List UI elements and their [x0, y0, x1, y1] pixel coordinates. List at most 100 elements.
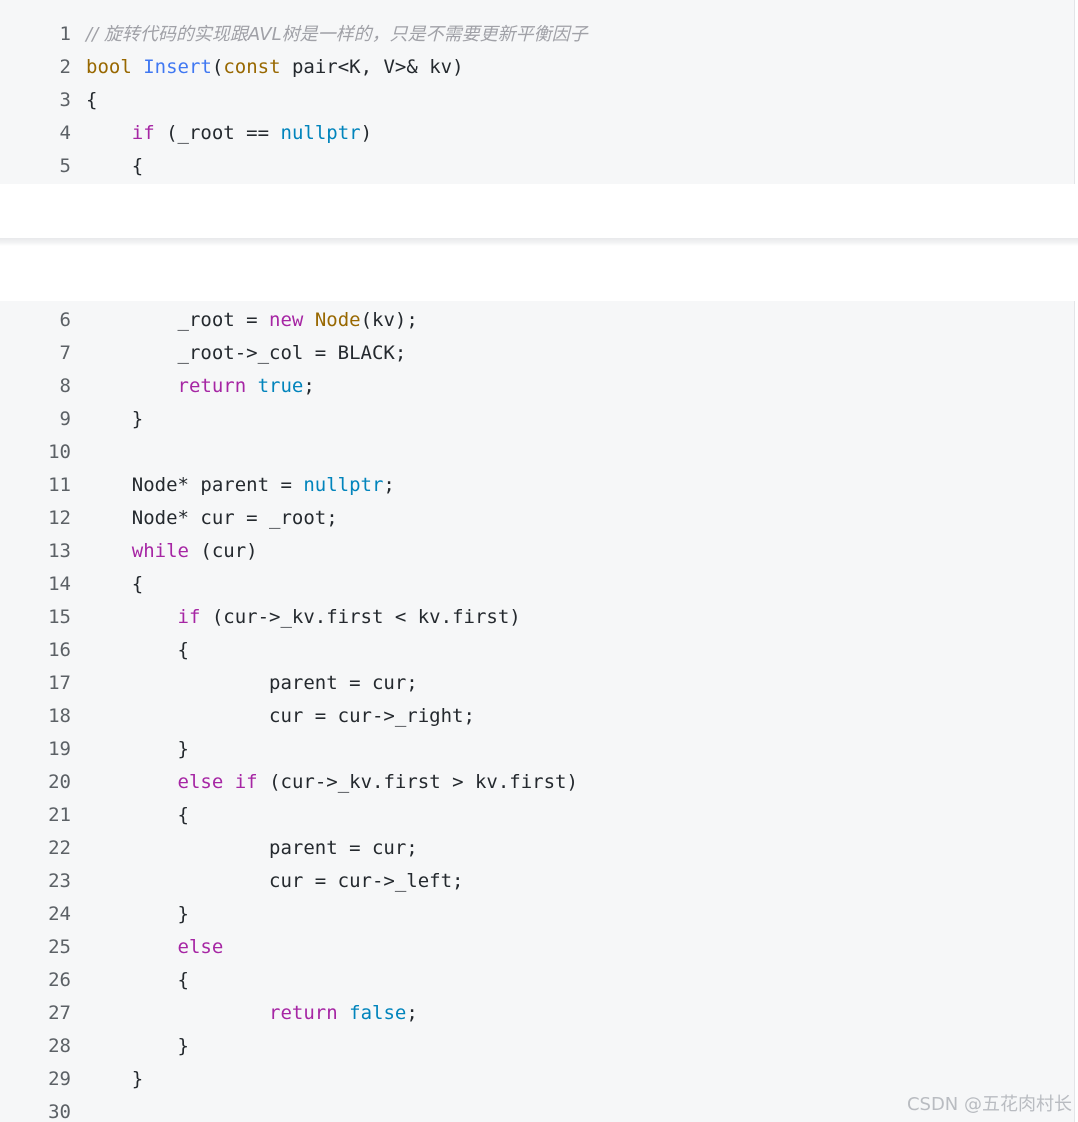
line-number: 2	[59, 56, 71, 78]
line-number: 29	[48, 1068, 71, 1090]
line-number: 20	[48, 771, 71, 793]
section-divider	[0, 238, 1078, 246]
code-token: Node* parent =	[86, 474, 304, 496]
code-token: // 旋转代码的实现跟AVL树是一样的，只是不需要更新平衡因子	[86, 24, 588, 45]
code-line: 11 Node* parent = nullptr;	[0, 469, 395, 502]
code-token: (cur->_kv.first < kv.first)	[200, 606, 521, 628]
code-token: new	[269, 309, 304, 331]
code-line: 2 bool Insert(const pair<K, V>& kv)	[0, 51, 464, 84]
code-line: 25 else	[0, 931, 223, 964]
code-token: }	[86, 903, 189, 925]
code-token: cur = cur->_left;	[86, 870, 464, 892]
code-token: else	[177, 936, 224, 958]
code-text: return true;	[86, 370, 315, 403]
code-line: 20 else if (cur->_kv.first > kv.first)	[0, 766, 578, 799]
code-block-top: 1 // 旋转代码的实现跟AVL树是一样的，只是不需要更新平衡因子 2 bool In…	[0, 0, 1075, 184]
code-text: {	[86, 84, 97, 117]
line-number: 30	[48, 1101, 71, 1122]
code-token: {	[86, 89, 98, 111]
code-line: 14 {	[0, 568, 143, 601]
code-token: (cur->_kv.first > kv.first)	[257, 771, 578, 793]
line-number: 12	[48, 507, 71, 529]
line-number: 17	[48, 672, 71, 694]
code-text: parent = cur;	[86, 832, 418, 865]
code-token: parent = cur;	[86, 837, 418, 859]
code-token: Node	[314, 309, 361, 331]
code-text: cur = cur->_left;	[86, 865, 464, 898]
code-token: nullptr	[280, 122, 361, 144]
code-line: 30	[0, 1096, 86, 1122]
line-number: 25	[48, 936, 71, 958]
code-token: _root->_col = BLACK;	[86, 342, 407, 364]
line-number: 26	[48, 969, 71, 991]
code-line: 28 }	[0, 1030, 189, 1063]
code-token: {	[86, 573, 144, 595]
code-line: 22 parent = cur;	[0, 832, 418, 865]
code-token: {	[86, 155, 144, 177]
code-line: 4 if (_root == nullptr)	[0, 117, 372, 150]
code-text: }	[86, 898, 189, 931]
line-number: 14	[48, 573, 71, 595]
csdn-watermark: CSDN @五花肉村长	[906, 1094, 1072, 1115]
code-text: else	[86, 931, 224, 964]
code-token: ;	[383, 474, 395, 496]
line-number: 11	[48, 474, 71, 496]
code-token: return	[269, 1002, 338, 1024]
code-token: (_root ==	[154, 122, 281, 144]
line-number: 28	[48, 1035, 71, 1057]
code-line: 23 cur = cur->_left;	[0, 865, 464, 898]
code-token: nullptr	[303, 474, 384, 496]
code-line: 17 parent = cur;	[0, 667, 418, 700]
code-line: 18 cur = cur->_right;	[0, 700, 475, 733]
code-token: }	[86, 408, 144, 430]
code-text: }	[86, 1063, 143, 1096]
line-number: 3	[59, 89, 71, 111]
code-text: else if (cur->_kv.first > kv.first)	[86, 766, 578, 799]
code-line: 21 {	[0, 799, 189, 832]
code-token: cur = cur->_right;	[86, 705, 475, 727]
code-token: const	[223, 56, 281, 78]
code-token: if	[177, 606, 201, 628]
code-line: 10	[0, 436, 86, 469]
code-token: }	[86, 1035, 189, 1057]
code-token: ;	[406, 1002, 418, 1024]
line-number: 21	[48, 804, 71, 826]
line-number: 27	[48, 1002, 71, 1024]
code-token: Node* cur = _root;	[86, 507, 338, 529]
code-token: false	[349, 1002, 407, 1024]
code-line: 26 {	[0, 964, 189, 997]
code-token: parent = cur;	[86, 672, 418, 694]
line-number: 24	[48, 903, 71, 925]
line-number: 10	[48, 441, 71, 463]
code-token: (cur)	[188, 540, 258, 562]
line-number: 4	[59, 122, 71, 144]
line-number: 19	[48, 738, 71, 760]
line-number: 8	[59, 375, 71, 397]
code-line: 6 _root = new Node(kv);	[0, 304, 418, 337]
code-text: _root = new Node(kv);	[86, 304, 418, 337]
code-line: 15 if (cur->_kv.first < kv.first)	[0, 601, 521, 634]
code-text: }	[86, 733, 189, 766]
code-line: 3{	[0, 84, 98, 117]
code-token: true	[257, 375, 304, 397]
code-text: while (cur)	[86, 535, 258, 568]
code-text: _root->_col = BLACK;	[86, 337, 407, 370]
line-number: 9	[59, 408, 71, 430]
code-token: if	[131, 122, 155, 144]
code-line: 12 Node* cur = _root;	[0, 502, 338, 535]
code-block-main: 6 _root = new Node(kv); 7 _root->_col = B…	[0, 301, 1075, 1122]
code-line: 1 // 旋转代码的实现跟AVL树是一样的，只是不需要更新平衡因子	[0, 18, 588, 51]
code-text: {	[86, 568, 143, 601]
code-text: {	[86, 964, 189, 997]
line-number: 23	[48, 870, 71, 892]
code-token: return	[177, 375, 247, 397]
code-text: {	[86, 634, 189, 667]
